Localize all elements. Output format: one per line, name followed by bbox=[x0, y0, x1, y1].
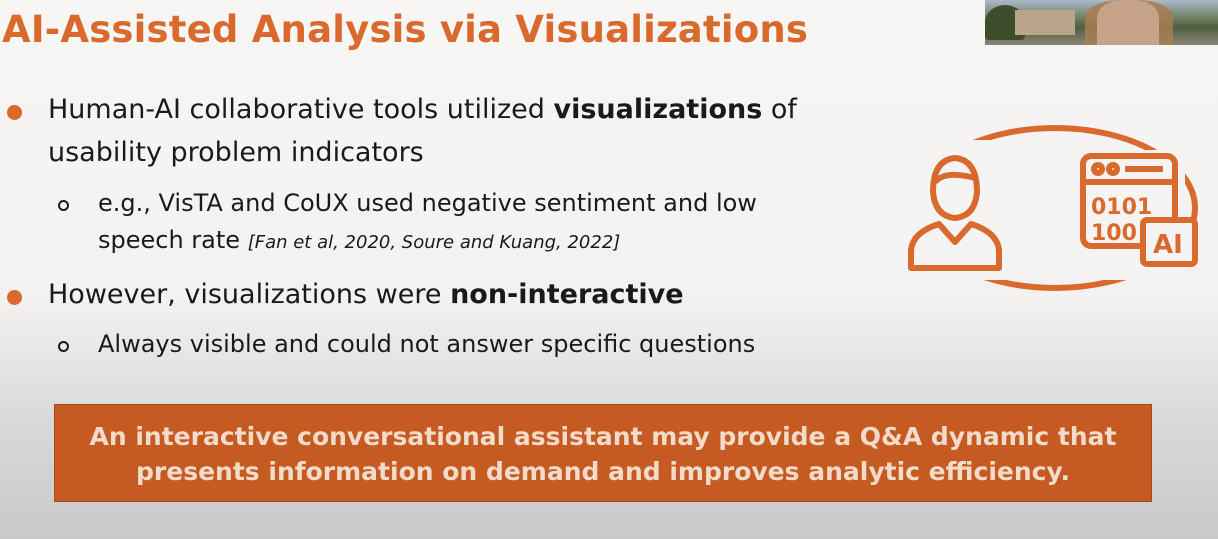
bullet-2-bold: non-interactive bbox=[450, 279, 684, 310]
webcam-background-building bbox=[1015, 10, 1075, 35]
citation: [Fan et al, 2020, Soure and Kuang, 2022] bbox=[247, 232, 621, 253]
callout-line-1: An interactive conversational assistant … bbox=[89, 422, 1117, 451]
webcam-presenter-face bbox=[1097, 0, 1159, 45]
slide-title: AI-Assisted Analysis via Visualizations bbox=[2, 8, 809, 51]
sub-bullet-ring-2 bbox=[58, 341, 69, 352]
bullet-2-text: However, visualizations were bbox=[48, 279, 451, 310]
human-ai-illustration: 0101 100 AI bbox=[905, 125, 1198, 291]
sub-bullet-ring-1 bbox=[58, 200, 69, 211]
binary-row-2: 100 bbox=[1091, 221, 1137, 246]
callout-box: An interactive conversational assistant … bbox=[54, 404, 1152, 502]
person-icon bbox=[905, 140, 1007, 280]
bullet-dot-1 bbox=[7, 105, 22, 120]
bullet-1-text: Human-AI collaborative tools utilized bbox=[48, 94, 554, 125]
sub-bullet-1-line-1: e.g., VisTA and CoUX used negative senti… bbox=[98, 189, 757, 217]
webcam-thumbnail bbox=[985, 0, 1218, 45]
bullet-1-text-end: of bbox=[762, 94, 797, 125]
sub-bullet-1-text: speech rate bbox=[98, 226, 248, 254]
ai-badge: AI bbox=[1153, 230, 1183, 260]
binary-row-1: 0101 bbox=[1091, 195, 1152, 220]
bullet-1-line-2: usability problem indicators bbox=[48, 137, 424, 168]
sub-bullet-1-line-2: speech rate [Fan et al, 2020, Soure and … bbox=[98, 226, 620, 254]
computer-window-icon: 0101 100 AI bbox=[1075, 150, 1198, 280]
bullet-dot-2 bbox=[7, 290, 22, 305]
bullet-2-line-1: However, visualizations were non-interac… bbox=[48, 279, 684, 310]
sub-bullet-2-line-1: Always visible and could not answer spec… bbox=[98, 330, 756, 358]
callout-line-2: presents information on demand and impro… bbox=[136, 457, 1070, 486]
bullet-1-bold: visualizations bbox=[553, 94, 763, 125]
bullet-1-line-1: Human-AI collaborative tools utilized vi… bbox=[48, 94, 797, 125]
